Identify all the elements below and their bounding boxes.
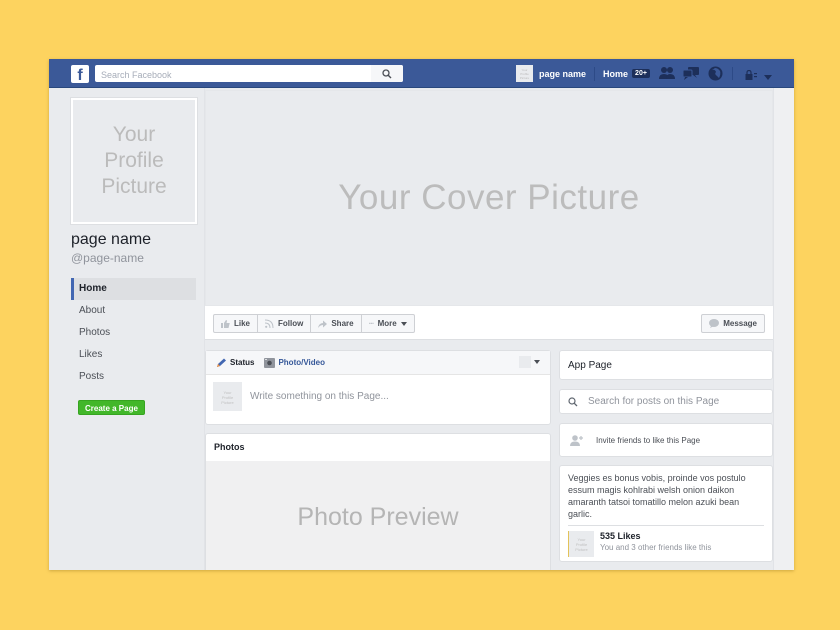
share-label: Share [331, 319, 354, 328]
likes-thumbnail: Your Profile Picture [568, 531, 594, 557]
share-button[interactable]: Share [310, 314, 362, 333]
search-icon [568, 396, 578, 406]
create-page-button[interactable]: Create a Page [78, 400, 145, 415]
nav-divider [732, 67, 733, 80]
nav-home-link[interactable]: Home [603, 69, 628, 79]
notifications-globe-icon[interactable] [707, 65, 723, 81]
sidebar-item-photos[interactable]: Photos [71, 322, 196, 344]
page-handle: @page-name [71, 251, 144, 265]
invite-friends-label: Invite friends to like this Page [596, 435, 701, 445]
post-composer: Status Photo/Video Your Profile Picture [205, 350, 551, 425]
home-notification-badge: 20+ [632, 69, 650, 78]
page-action-bar: Like Follow Share ··· More Message [205, 306, 773, 340]
friends-like-text: You and 3 other friends like this [600, 543, 712, 552]
camera-icon [264, 357, 276, 368]
facebook-page-window: f Your Profile Picture page name Home 20… [49, 59, 794, 570]
nav-divider [594, 66, 596, 81]
nav-page-name-link[interactable]: page name [539, 69, 586, 79]
page-action-buttons: Like Follow Share ··· More [213, 314, 415, 333]
message-bubble-icon [709, 319, 720, 328]
thumbs-up-icon [221, 319, 230, 328]
photo-preview[interactable]: Photo Preview [206, 461, 550, 570]
tab-status-label: Status [230, 358, 255, 367]
composer-tabs: Status Photo/Video [206, 351, 550, 375]
sidebar-item-home[interactable]: Home [71, 278, 196, 300]
privacy-lock-icon[interactable] [745, 67, 758, 85]
likes-summary[interactable]: Your Profile Picture 535 Likes You and 3… [568, 531, 764, 557]
likes-count: 535 Likes [600, 531, 641, 541]
ellipsis-icon: ··· [368, 319, 375, 328]
add-friend-icon [570, 434, 583, 446]
page-title: page name [71, 231, 152, 248]
app-page-card[interactable]: App Page [559, 350, 773, 380]
message-label: Message [723, 319, 757, 328]
like-label: Like [234, 319, 251, 328]
search-icon [382, 68, 392, 78]
top-navigation-bar: f Your Profile Picture page name Home 20… [49, 59, 794, 88]
likes-text: 535 Likes You and 3 other friends like t… [600, 531, 711, 552]
tab-photo-video-label: Photo/Video [278, 358, 325, 367]
search-box [95, 65, 403, 84]
profile-picture[interactable]: Your Profile Picture [71, 98, 197, 224]
message-button[interactable]: Message [701, 314, 765, 333]
chevron-down-icon [534, 360, 540, 364]
about-description: Veggies es bonus vobis, proinde vos post… [568, 472, 764, 526]
page-thumbnail[interactable]: Your Profile Picture [516, 65, 533, 82]
right-gutter [773, 88, 794, 570]
photos-card-title[interactable]: Photos [206, 434, 550, 461]
chevron-down-icon [400, 321, 407, 326]
friend-requests-icon[interactable] [659, 65, 675, 81]
nav-right-group: Your Profile Picture page name Home 20+ [516, 59, 650, 88]
privacy-group [745, 67, 772, 85]
post-as-selector[interactable] [519, 356, 540, 368]
composer-input[interactable] [250, 391, 530, 402]
composer-body: Your Profile Picture [206, 375, 550, 418]
nav-icons [659, 65, 723, 81]
tab-photo-video[interactable]: Photo/Video [264, 357, 325, 368]
invite-friends-card[interactable]: Invite friends to like this Page [559, 423, 773, 457]
pencil-icon [217, 358, 226, 367]
facebook-logo-icon[interactable]: f [71, 65, 89, 83]
post-as-thumbnail [519, 356, 531, 368]
share-arrow-icon [318, 320, 328, 328]
page-post-search [559, 389, 773, 414]
like-button[interactable]: Like [213, 314, 259, 333]
more-button[interactable]: ··· More [360, 314, 415, 333]
follow-label: Follow [278, 319, 304, 328]
rss-follow-icon [265, 319, 274, 328]
about-card: Veggies es bonus vobis, proinde vos post… [559, 465, 773, 562]
account-menu-chevron-icon[interactable] [764, 67, 772, 85]
more-label: More [377, 319, 397, 328]
sidebar-item-likes[interactable]: Likes [71, 344, 196, 366]
search-input[interactable] [95, 66, 365, 84]
follow-button[interactable]: Follow [257, 314, 312, 333]
page-post-search-input[interactable] [588, 396, 758, 407]
messages-icon[interactable] [683, 65, 699, 81]
photos-card: Photos Photo Preview [205, 433, 551, 570]
search-button[interactable] [371, 65, 403, 82]
composer-avatar: Your Profile Picture [213, 382, 242, 411]
sidebar-item-posts[interactable]: Posts [71, 366, 196, 388]
sidebar-item-about[interactable]: About [71, 300, 196, 322]
page-sidebar-nav: Home About Photos Likes Posts [71, 278, 196, 388]
cover-photo[interactable]: Your Cover Picture [205, 90, 773, 306]
tab-status[interactable]: Status [216, 358, 254, 368]
